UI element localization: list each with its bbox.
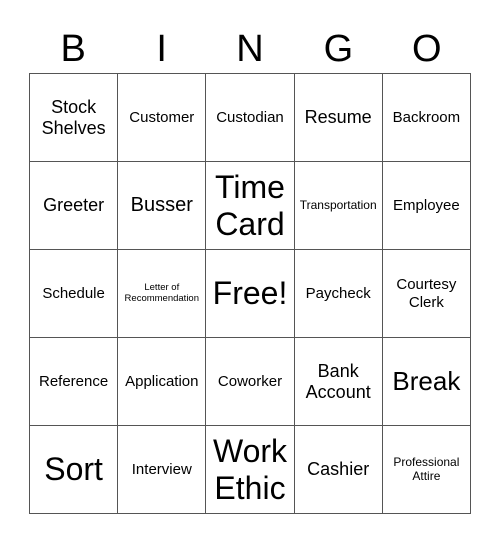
bingo-cell-label: Transportation <box>299 197 377 212</box>
bingo-cell[interactable]: Custodian <box>206 74 295 162</box>
bingo-cell-label: Interview <box>131 460 192 478</box>
bingo-cell[interactable]: Greeter <box>30 162 119 250</box>
bingo-cell-label: Employee <box>393 196 460 214</box>
bingo-cell[interactable]: Sort <box>30 426 119 514</box>
bingo-cell[interactable]: Professional Attire <box>382 426 471 514</box>
header-letter-b: B <box>60 28 86 70</box>
bingo-cell[interactable]: Employee <box>382 162 471 250</box>
bingo-card-grid: Stock Shelves Customer Custodian Resume Back… <box>29 73 471 514</box>
header-letter-o: O <box>412 28 442 70</box>
header-letter-i: I <box>156 28 167 70</box>
bingo-cell-label: Courtesy Clerk <box>396 276 457 311</box>
bingo-cell[interactable]: Work Ethic <box>206 426 295 514</box>
bingo-cell[interactable]: Cashier <box>294 426 383 514</box>
bingo-cell-label: Bank Account <box>305 360 371 402</box>
bingo-cell-label: Resume <box>304 107 372 128</box>
bingo-cell-label: Break <box>392 365 461 396</box>
bingo-cell-label: Backroom <box>392 108 461 126</box>
bingo-cell-label: Free! <box>212 275 288 312</box>
bingo-cell-label: Cashier <box>307 459 370 480</box>
bingo-cell[interactable]: Interview <box>118 426 207 514</box>
bingo-cell[interactable]: Resume <box>294 74 383 162</box>
header-letter-g: G <box>323 28 354 70</box>
bingo-cell-label: Work Ethic <box>212 432 288 506</box>
bingo-cell-label: Schedule <box>42 284 105 302</box>
bingo-cell-label: Paycheck <box>305 284 371 302</box>
bingo-cell-label: Letter of Recommendation <box>124 281 200 304</box>
bingo-cell[interactable]: Application <box>118 338 207 426</box>
bingo-cell[interactable]: Courtesy Clerk <box>382 250 471 338</box>
bingo-cell-label: Greeter <box>43 195 105 216</box>
bingo-cell[interactable]: Busser <box>118 162 207 250</box>
bingo-cell[interactable]: Break <box>382 338 471 426</box>
bingo-cell[interactable]: Coworker <box>206 338 295 426</box>
bingo-cell-label: Reference <box>38 372 109 390</box>
bingo-cell-label: Sort <box>44 451 103 488</box>
bingo-cell[interactable]: Paycheck <box>294 250 383 338</box>
bingo-cell[interactable]: Customer <box>118 74 207 162</box>
bingo-cell-label: Professional Attire <box>393 454 460 483</box>
bingo-cell[interactable]: Time Card <box>206 162 295 250</box>
bingo-cell-label: Customer <box>129 108 195 126</box>
bingo-cell-label: Busser <box>130 194 193 216</box>
bingo-cell[interactable]: Letter of Recommendation <box>118 250 207 338</box>
bingo-cell[interactable]: Reference <box>30 338 119 426</box>
bingo-header: B I N G O <box>29 26 471 72</box>
bingo-cell-label: Coworker <box>217 372 283 390</box>
bingo-cell-label: Custodian <box>216 108 284 126</box>
bingo-cell[interactable]: Schedule <box>30 250 119 338</box>
header-letter-n: N <box>236 28 264 70</box>
bingo-cell[interactable]: Free! <box>206 250 295 338</box>
bingo-cell[interactable]: Bank Account <box>294 338 383 426</box>
bingo-cell[interactable]: Transportation <box>294 162 383 250</box>
bingo-cell[interactable]: Backroom <box>382 74 471 162</box>
bingo-cell-label: Application <box>125 372 199 390</box>
bingo-cell-label: Time Card <box>215 168 285 242</box>
bingo-cell-label: Stock Shelves <box>41 96 106 138</box>
bingo-cell[interactable]: Stock Shelves <box>30 74 119 162</box>
